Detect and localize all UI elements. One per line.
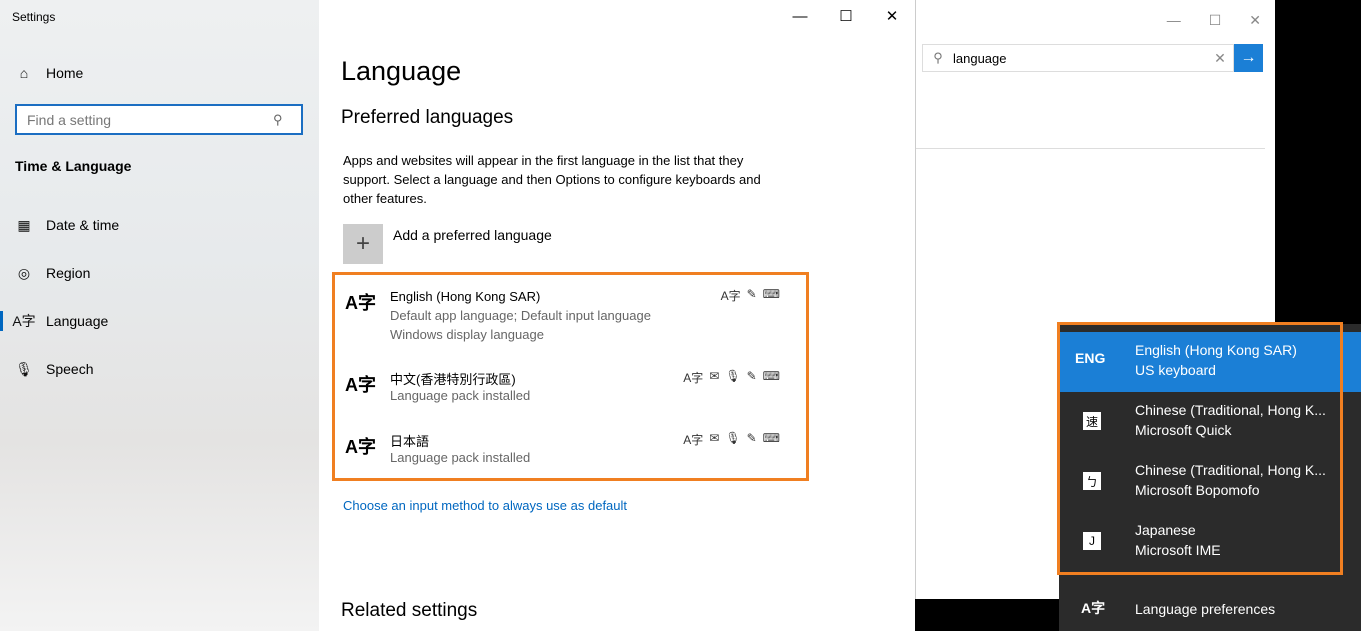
display-language-icon: A字 bbox=[683, 433, 704, 447]
maximize-icon[interactable]: ☐ bbox=[1209, 12, 1222, 29]
language-features: A字 ✉ 🎙 ✎ ⌨ bbox=[683, 431, 780, 448]
maximize-button[interactable]: ☐ bbox=[823, 0, 869, 32]
close-button[interactable]: ✕ bbox=[869, 0, 915, 32]
add-language-button[interactable]: + bbox=[343, 224, 383, 264]
keyboard-icon: ⌨ bbox=[762, 287, 780, 301]
language-status: Default app language; Default input lang… bbox=[390, 308, 651, 323]
language-item[interactable]: A字 English (Hong Kong SAR) Default app l… bbox=[335, 283, 806, 355]
nav-label: Speech bbox=[46, 361, 94, 377]
settings-main-pane: — ☐ ✕ Language Preferred languages Apps … bbox=[319, 0, 915, 631]
language-icon: A字 bbox=[12, 313, 36, 329]
language-features: A字 ✎ ⌨ bbox=[721, 287, 780, 304]
nav-home-label: Home bbox=[46, 65, 84, 81]
divider bbox=[916, 148, 1265, 149]
search-box[interactable]: ⚲ language ✕ bbox=[922, 44, 1234, 72]
microphone-icon: 🎙 bbox=[725, 431, 741, 445]
language-preferences-link[interactable]: A字 Language preferences bbox=[1059, 588, 1361, 631]
language-status: Language pack installed bbox=[390, 388, 531, 403]
nav-home[interactable]: ⌂ Home bbox=[0, 53, 319, 93]
section-heading: Time & Language bbox=[15, 158, 132, 174]
language-status: Language pack installed bbox=[390, 450, 531, 465]
settings-nav-pane: Settings ⌂ Home Find a setting ⚲ Time & … bbox=[0, 0, 319, 631]
arrow-right-icon: → bbox=[1240, 49, 1257, 66]
language-icon: A字 bbox=[345, 375, 376, 395]
minimize-icon: — bbox=[792, 7, 808, 25]
display-language-icon: A字 bbox=[683, 371, 704, 385]
language-item[interactable]: A字 中文(香港特別行政區) Language pack installed A… bbox=[335, 365, 806, 415]
language-name: English (Hong Kong SAR) bbox=[390, 289, 541, 304]
keyboard-icon: ⌨ bbox=[762, 369, 780, 383]
language-status: Windows display language bbox=[390, 327, 544, 342]
flyout-highlight bbox=[1057, 322, 1343, 575]
close-icon[interactable]: ✕ bbox=[1249, 12, 1261, 29]
nav-language[interactable]: A字 Language bbox=[0, 301, 319, 341]
close-icon: ✕ bbox=[885, 8, 899, 25]
default-input-method-link[interactable]: Choose an input method to always use as … bbox=[343, 498, 627, 513]
selection-indicator bbox=[0, 311, 3, 331]
app-title: Settings bbox=[12, 10, 56, 24]
language-features: A字 ✉ 🎙 ✎ ⌨ bbox=[683, 369, 780, 386]
nav-label: Date & time bbox=[46, 217, 120, 233]
minimize-button[interactable]: — bbox=[777, 0, 823, 32]
page-title: Language bbox=[341, 56, 462, 86]
language-item[interactable]: A字 日本語 Language pack installed A字 ✉ 🎙 ✎ … bbox=[335, 427, 806, 477]
language-name: 中文(香港特別行政區) bbox=[390, 372, 516, 387]
find-setting-input[interactable]: Find a setting ⚲ bbox=[15, 104, 303, 135]
nav-date-time[interactable]: ▦ Date & time bbox=[0, 205, 319, 245]
search-window-caption: — ☐ ✕ bbox=[1167, 12, 1261, 29]
clear-icon[interactable]: ✕ bbox=[1207, 50, 1233, 67]
handwriting-icon: ✎ bbox=[746, 431, 757, 445]
language-name: 日本語 bbox=[390, 434, 430, 449]
language-globe-icon: A字 bbox=[345, 293, 376, 313]
language-preferences-label: Language preferences bbox=[1135, 601, 1276, 617]
minimize-icon[interactable]: — bbox=[1167, 12, 1181, 29]
nav-label: Language bbox=[46, 313, 109, 329]
handwriting-icon: ✎ bbox=[746, 369, 757, 383]
search-icon: ⚲ bbox=[933, 50, 943, 65]
speech-icon: ✉ bbox=[709, 431, 720, 445]
plus-icon: + bbox=[355, 230, 370, 257]
search-icon: ⚲ bbox=[273, 111, 283, 127]
preferred-languages-heading: Preferred languages bbox=[341, 107, 514, 128]
microphone-icon: 🎙 bbox=[725, 369, 741, 383]
calendar-clock-icon: ▦ bbox=[17, 216, 31, 233]
microphone-icon: 🎙 bbox=[15, 360, 33, 377]
language-icon: A字 bbox=[1081, 600, 1106, 616]
find-setting-placeholder: Find a setting bbox=[27, 111, 112, 128]
search-query[interactable]: language bbox=[953, 51, 1207, 66]
display-language-icon: A字 bbox=[720, 289, 741, 303]
home-icon: ⌂ bbox=[19, 65, 29, 81]
nav-label: Region bbox=[46, 265, 91, 281]
handwriting-icon: ✎ bbox=[746, 287, 757, 301]
language-icon: A字 bbox=[345, 437, 376, 457]
nav-speech[interactable]: 🎙 Speech bbox=[0, 349, 319, 389]
globe-icon: ◎ bbox=[17, 264, 31, 281]
window-caption: — ☐ ✕ bbox=[777, 0, 915, 32]
keyboard-icon: ⌨ bbox=[762, 431, 780, 445]
preferred-languages-description: Apps and websites will appear in the fir… bbox=[343, 153, 761, 206]
maximize-icon: ☐ bbox=[839, 8, 853, 25]
language-list: A字 English (Hong Kong SAR) Default app l… bbox=[332, 272, 809, 481]
add-language-label[interactable]: Add a preferred language bbox=[393, 227, 552, 243]
search-go-button[interactable]: → bbox=[1234, 44, 1263, 72]
related-settings-heading: Related settings bbox=[341, 600, 478, 621]
speech-icon: ✉ bbox=[709, 369, 720, 383]
nav-region[interactable]: ◎ Region bbox=[0, 253, 319, 293]
